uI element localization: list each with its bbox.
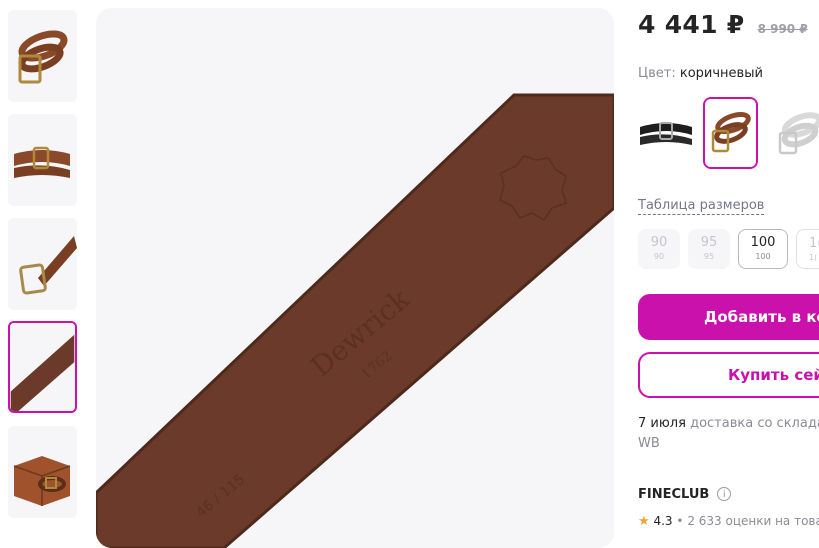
size-sub-label: 90 [653,252,665,261]
color-label: Цвет: [638,66,676,81]
color-value: коричневый [679,66,763,81]
buy-now-button[interactable]: Купить сейч [638,352,819,398]
main-product-image[interactable]: Dewrick 1762 46 / 115 [96,8,614,548]
size-main-label: 95 [700,235,718,250]
size-option-95[interactable]: 95 95 [688,229,730,269]
info-icon[interactable]: i [717,487,732,501]
size-option-next[interactable]: 1( 1( [796,229,819,269]
size-sub-label: 1( [809,253,818,262]
size-sub-label: 100 [755,252,771,261]
rating-separator: • [676,514,684,528]
star-icon: ★ [638,514,650,529]
size-table-link[interactable]: Таблица размеров [638,198,765,215]
current-price: 4 441 ₽ [638,10,745,39]
color-swatch-black[interactable] [638,97,693,169]
reviews-count[interactable]: 2 633 оценки на това [687,514,819,528]
delivery-info: 7 июля доставка со склада WB [638,414,819,454]
brand-row: FINECLUB i [638,487,732,502]
size-main-label: 100 [750,235,776,250]
size-option-100[interactable]: 100 100 [738,229,788,269]
thumbnail-3[interactable] [8,218,77,310]
color-swatch-brown[interactable] [703,97,758,169]
size-sub-label: 95 [703,252,715,261]
rating-score: 4.3 [653,514,673,528]
price-block: 4 441 ₽ 8 990 ₽ [638,10,808,39]
rating-row: ★ 4.3 • 2 633 оценки на това [638,514,819,529]
color-label-row: Цвет: коричневый [638,66,763,81]
thumbnail-4[interactable] [8,321,77,413]
color-swatch-grey[interactable] [770,97,819,169]
brand-name[interactable]: FINECLUB [638,487,709,502]
size-main-label: 90 [650,235,668,250]
thumbnail-2[interactable] [8,114,77,206]
size-option-90[interactable]: 90 90 [638,229,680,269]
size-main-label: 1( [809,236,819,251]
add-to-cart-button[interactable]: Добавить в ко [638,294,819,340]
thumbnail-1[interactable] [8,10,77,102]
thumbnail-5[interactable] [8,426,77,518]
old-price: 8 990 ₽ [757,22,808,36]
delivery-date: 7 июля [638,416,686,431]
